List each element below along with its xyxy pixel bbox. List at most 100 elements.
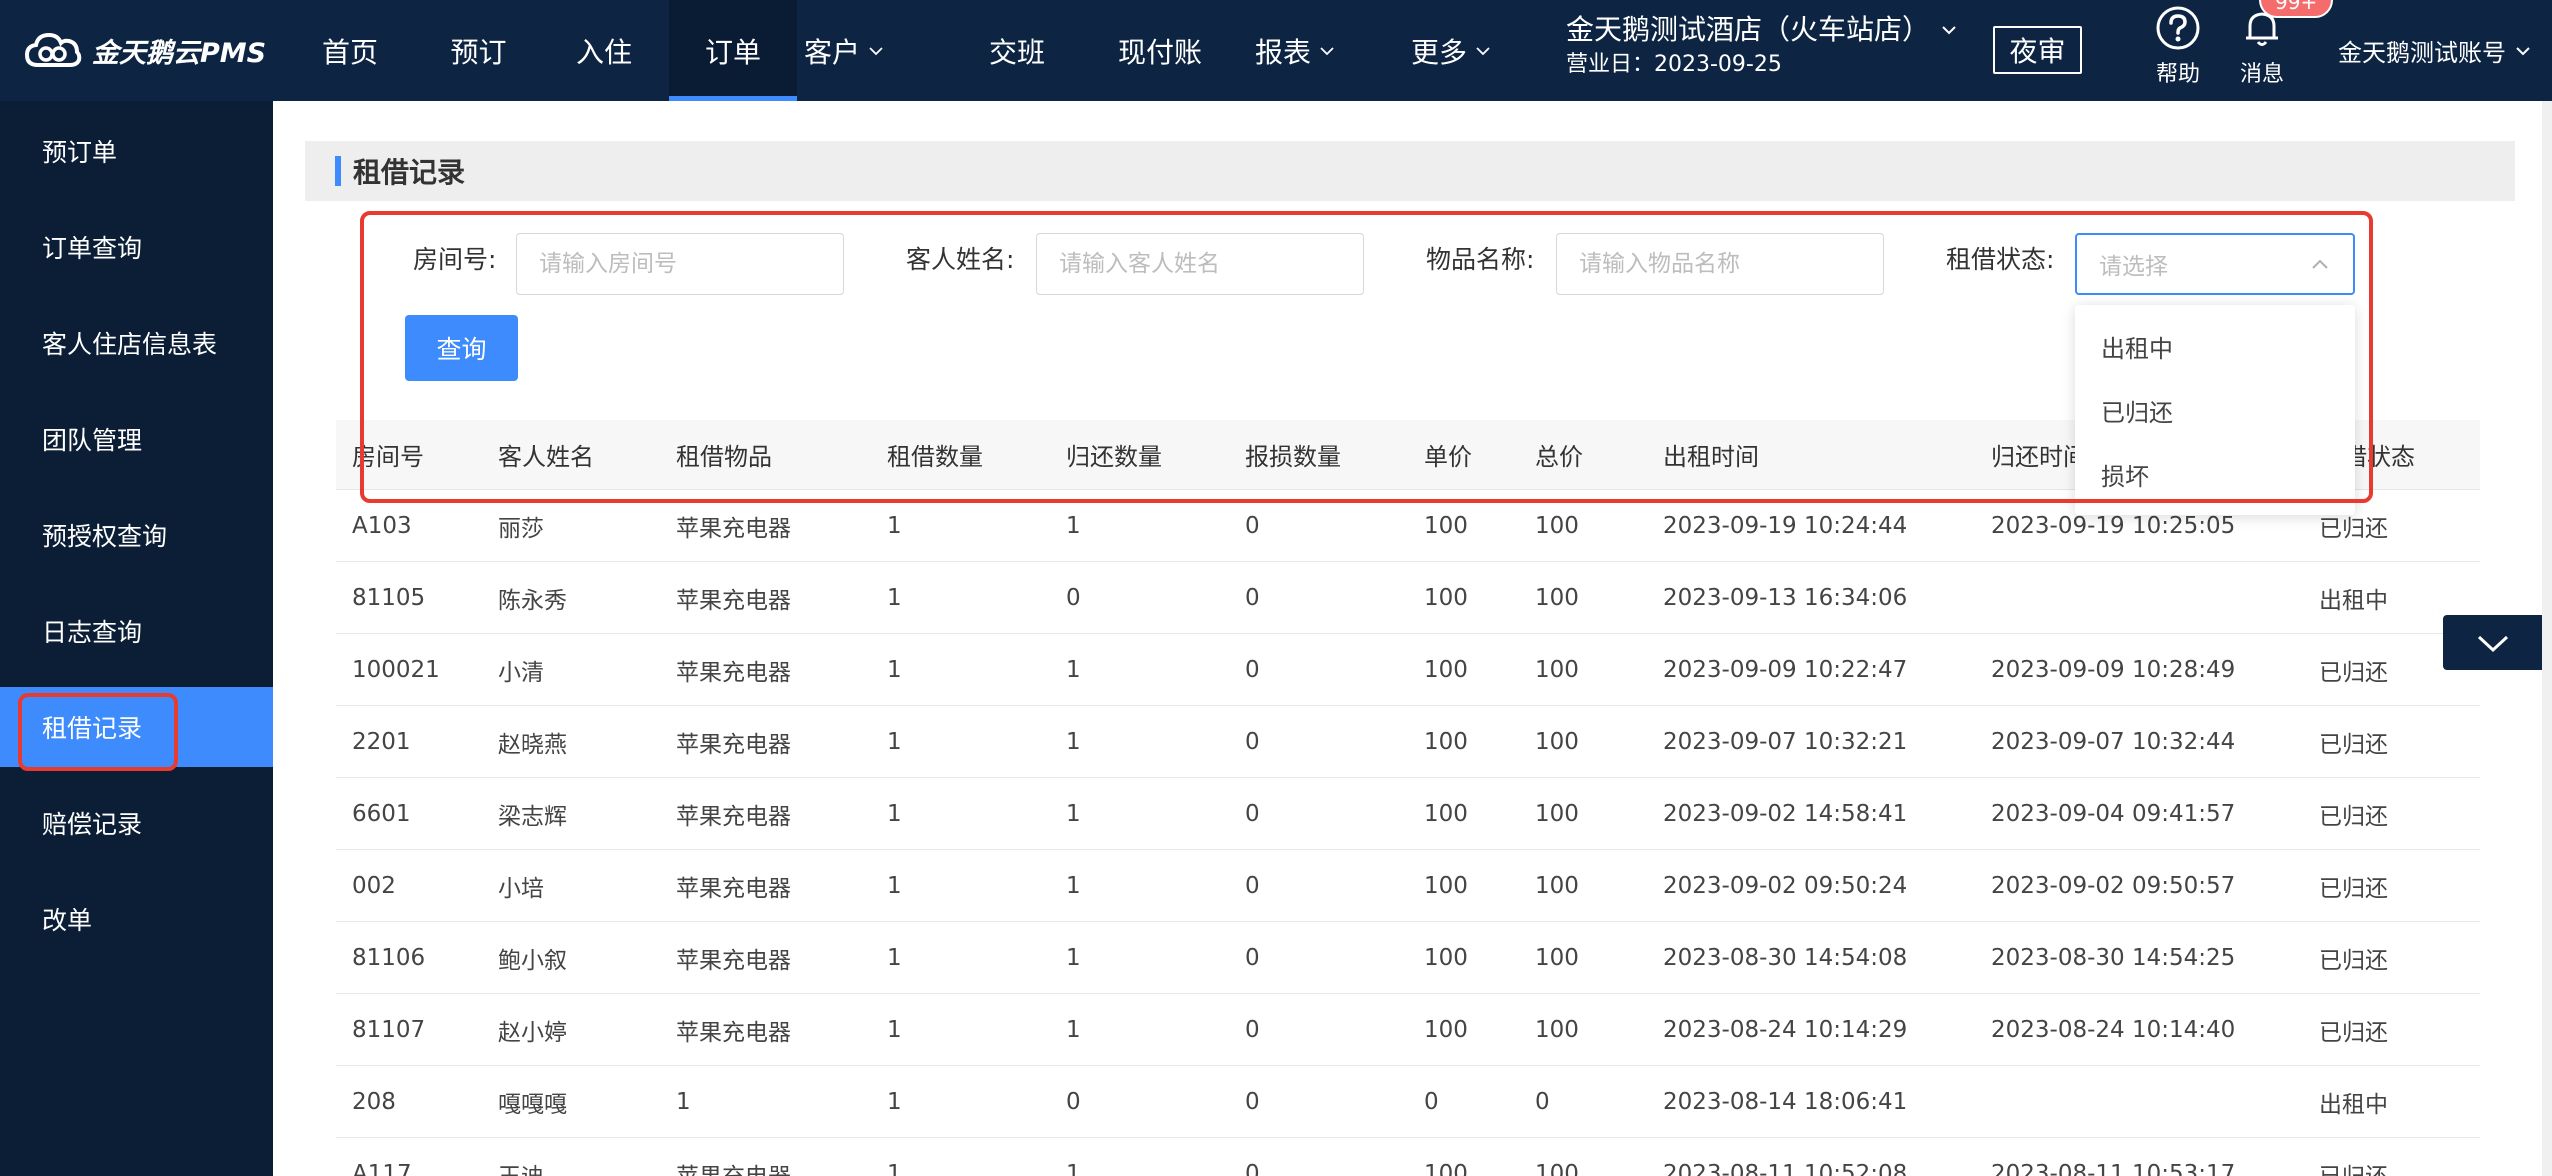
table-cell: 1 — [887, 872, 902, 899]
table-row[interactable]: A117 王迪 苹果充电器 1 1 0 100 100 2023-08-11 10:52:08 2… — [336, 1138, 2480, 1176]
cloud-logo-icon — [24, 32, 82, 67]
table-cell: 100 — [1535, 512, 1579, 539]
nav-item-7[interactable]: 报表 — [1222, 0, 1368, 101]
table-cell: 1 — [887, 1016, 902, 1043]
table-cell: 已归还 — [2319, 1019, 2388, 1046]
nav-item-1[interactable]: 预订 — [406, 0, 551, 101]
help-button[interactable]: 帮助 — [2143, 4, 2213, 96]
sidebar-item-5[interactable]: 日志查询 — [0, 591, 273, 671]
table-cell: 1 — [887, 1088, 902, 1115]
table-cell: 已归还 — [2319, 731, 2388, 758]
nav-item-8[interactable]: 更多 — [1380, 0, 1522, 101]
sidebar-item-label: 改单 — [42, 906, 93, 935]
sidebar-item-8[interactable]: 改单 — [0, 879, 273, 959]
column-header: 房间号 — [352, 443, 424, 471]
table-cell: 100 — [1535, 872, 1579, 899]
nav-item-label: 报表 — [1254, 35, 1311, 69]
table-cell: A103 — [352, 512, 412, 539]
sidebar-item-4[interactable]: 预授权查询 — [0, 495, 273, 575]
table-cell: 0 — [1245, 944, 1260, 971]
table-cell: 王迪 — [498, 1138, 544, 1176]
table-cell: 2023-09-09 10:28:49 — [1991, 656, 2236, 683]
status-option[interactable]: 损坏 — [2075, 443, 2355, 505]
column-header: 归还时间 — [1991, 443, 2087, 471]
table-cell: 1 — [887, 728, 902, 755]
message-count-badge: 99+ — [2259, 0, 2334, 18]
messages-label: 消息 — [2239, 62, 2284, 87]
chevron-down-icon — [2516, 46, 2530, 55]
sidebar-item-1[interactable]: 订单查询 — [0, 207, 273, 287]
table-row[interactable]: 2201 赵晓燕 苹果充电器 1 1 0 100 100 2023-09-07 10:32:21… — [336, 706, 2480, 778]
table-cell: 已归还 — [2319, 875, 2388, 902]
table-cell: 100 — [1535, 584, 1579, 611]
logo-text: 金天鹅云PMS — [92, 38, 267, 69]
table-row[interactable]: 100021 小清 苹果充电器 1 1 0 100 100 2023-09-09 10:22:4… — [336, 634, 2480, 706]
table-cell: 100 — [1424, 728, 1468, 755]
table-cell: 1 — [887, 800, 902, 827]
table-cell: 2023-08-11 10:52:08 — [1663, 1160, 1908, 1176]
room-label: 房间号: — [413, 245, 497, 274]
table-cell: 鲍小叙 — [498, 947, 567, 974]
sidebar-item-3[interactable]: 团队管理 — [0, 399, 273, 479]
sidebar-item-6[interactable]: 租借记录 — [0, 687, 273, 767]
nav-item-5[interactable]: 交班 — [947, 0, 1087, 101]
nav-item-6[interactable]: 现付账 — [1073, 0, 1247, 101]
hotel-selector[interactable]: 金天鹅测试酒店（火车站店） 营业日：2023-09-25 — [1566, 12, 1958, 82]
chevron-up-icon — [2312, 259, 2328, 269]
table-row[interactable]: 81107 赵小婷 苹果充电器 1 1 0 100 100 2023-08-24 10:14:2… — [336, 994, 2480, 1066]
sidebar-item-7[interactable]: 赔偿记录 — [0, 783, 273, 863]
sidebar-item-2[interactable]: 客人住店信息表 — [0, 303, 273, 383]
table-cell: 100 — [1424, 656, 1468, 683]
column-header: 报损数量 — [1245, 443, 1341, 471]
table-row[interactable]: 81105 陈永秀 苹果充电器 1 0 0 100 100 2023-09-13 16:34:0… — [336, 562, 2480, 634]
table-cell: 0 — [1066, 1088, 1081, 1115]
chevron-down-icon — [2477, 635, 2508, 652]
query-button[interactable]: 查询 — [405, 315, 518, 381]
status-option[interactable]: 已归还 — [2075, 379, 2355, 441]
night-audit-button[interactable]: 夜审 — [1993, 26, 2082, 74]
nav-item-4[interactable]: 客户 — [778, 0, 910, 101]
table-cell: 2023-09-02 09:50:57 — [1991, 872, 2236, 899]
guest-name-input[interactable] — [1036, 233, 1364, 295]
table-cell: 0 — [1245, 1088, 1260, 1115]
status-option[interactable]: 出租中 — [2075, 315, 2355, 377]
table-cell: 2023-08-24 10:14:29 — [1663, 1016, 1908, 1043]
account-name: 金天鹅测试账号 — [2338, 39, 2506, 67]
rental-status-select[interactable]: 请选择 — [2075, 233, 2355, 295]
table-cell: 100 — [1424, 800, 1468, 827]
app-logo[interactable]: 金天鹅云PMS — [24, 0, 266, 101]
table-cell: 2023-08-11 10:53:17 — [1991, 1160, 2236, 1176]
table-cell: 0 — [1245, 584, 1260, 611]
table-cell: 出租中 — [2319, 587, 2388, 614]
column-header: 客人姓名 — [498, 443, 594, 471]
table-row[interactable]: 208 嘎嘎嘎 1 1 0 0 0 0 2023-08-14 18:06:41 出租中 — [336, 1066, 2480, 1138]
table-cell: 苹果充电器 — [676, 875, 791, 902]
table-cell: 100 — [1424, 1016, 1468, 1043]
table-cell: 已归还 — [2319, 659, 2388, 686]
table-row[interactable]: 81106 鲍小叙 苹果充电器 1 1 0 100 100 2023-08-30 14:54:0… — [336, 922, 2480, 994]
table-cell: 2023-08-30 14:54:08 — [1663, 944, 1908, 971]
table-cell: 002 — [352, 872, 396, 899]
nav-item-label: 入住 — [575, 35, 632, 69]
chevron-down-icon — [1942, 26, 1956, 35]
table-cell: 苹果充电器 — [676, 803, 791, 830]
page-scrollbar[interactable] — [2542, 101, 2552, 1176]
table-cell: 1 — [887, 656, 902, 683]
nav-item-2[interactable]: 入住 — [534, 0, 674, 101]
table-cell: 208 — [352, 1088, 396, 1115]
table-row[interactable]: 6601 梁志辉 苹果充电器 1 1 0 100 100 2023-09-02 14:58:41… — [336, 778, 2480, 850]
account-menu[interactable]: 金天鹅测试账号 — [2338, 0, 2532, 101]
table-row[interactable]: 002 小培 苹果充电器 1 1 0 100 100 2023-09-02 09:50:24 20… — [336, 850, 2480, 922]
table-cell: 100 — [1535, 800, 1579, 827]
table-cell: 1 — [1066, 872, 1081, 899]
table-cell: 2023-09-02 09:50:24 — [1663, 872, 1908, 899]
sidebar-item-0[interactable]: 预订单 — [0, 111, 273, 191]
column-header: 租借物品 — [676, 443, 772, 471]
collapse-toggle-button[interactable] — [2443, 615, 2542, 670]
table-cell: 苹果充电器 — [676, 731, 791, 758]
table-cell: 100 — [1535, 1016, 1579, 1043]
table-cell: 2023-08-24 10:14:40 — [1991, 1016, 2236, 1043]
room-number-input[interactable] — [516, 233, 844, 295]
item-name-input[interactable] — [1556, 233, 1884, 295]
table-cell: 1 — [1066, 944, 1081, 971]
